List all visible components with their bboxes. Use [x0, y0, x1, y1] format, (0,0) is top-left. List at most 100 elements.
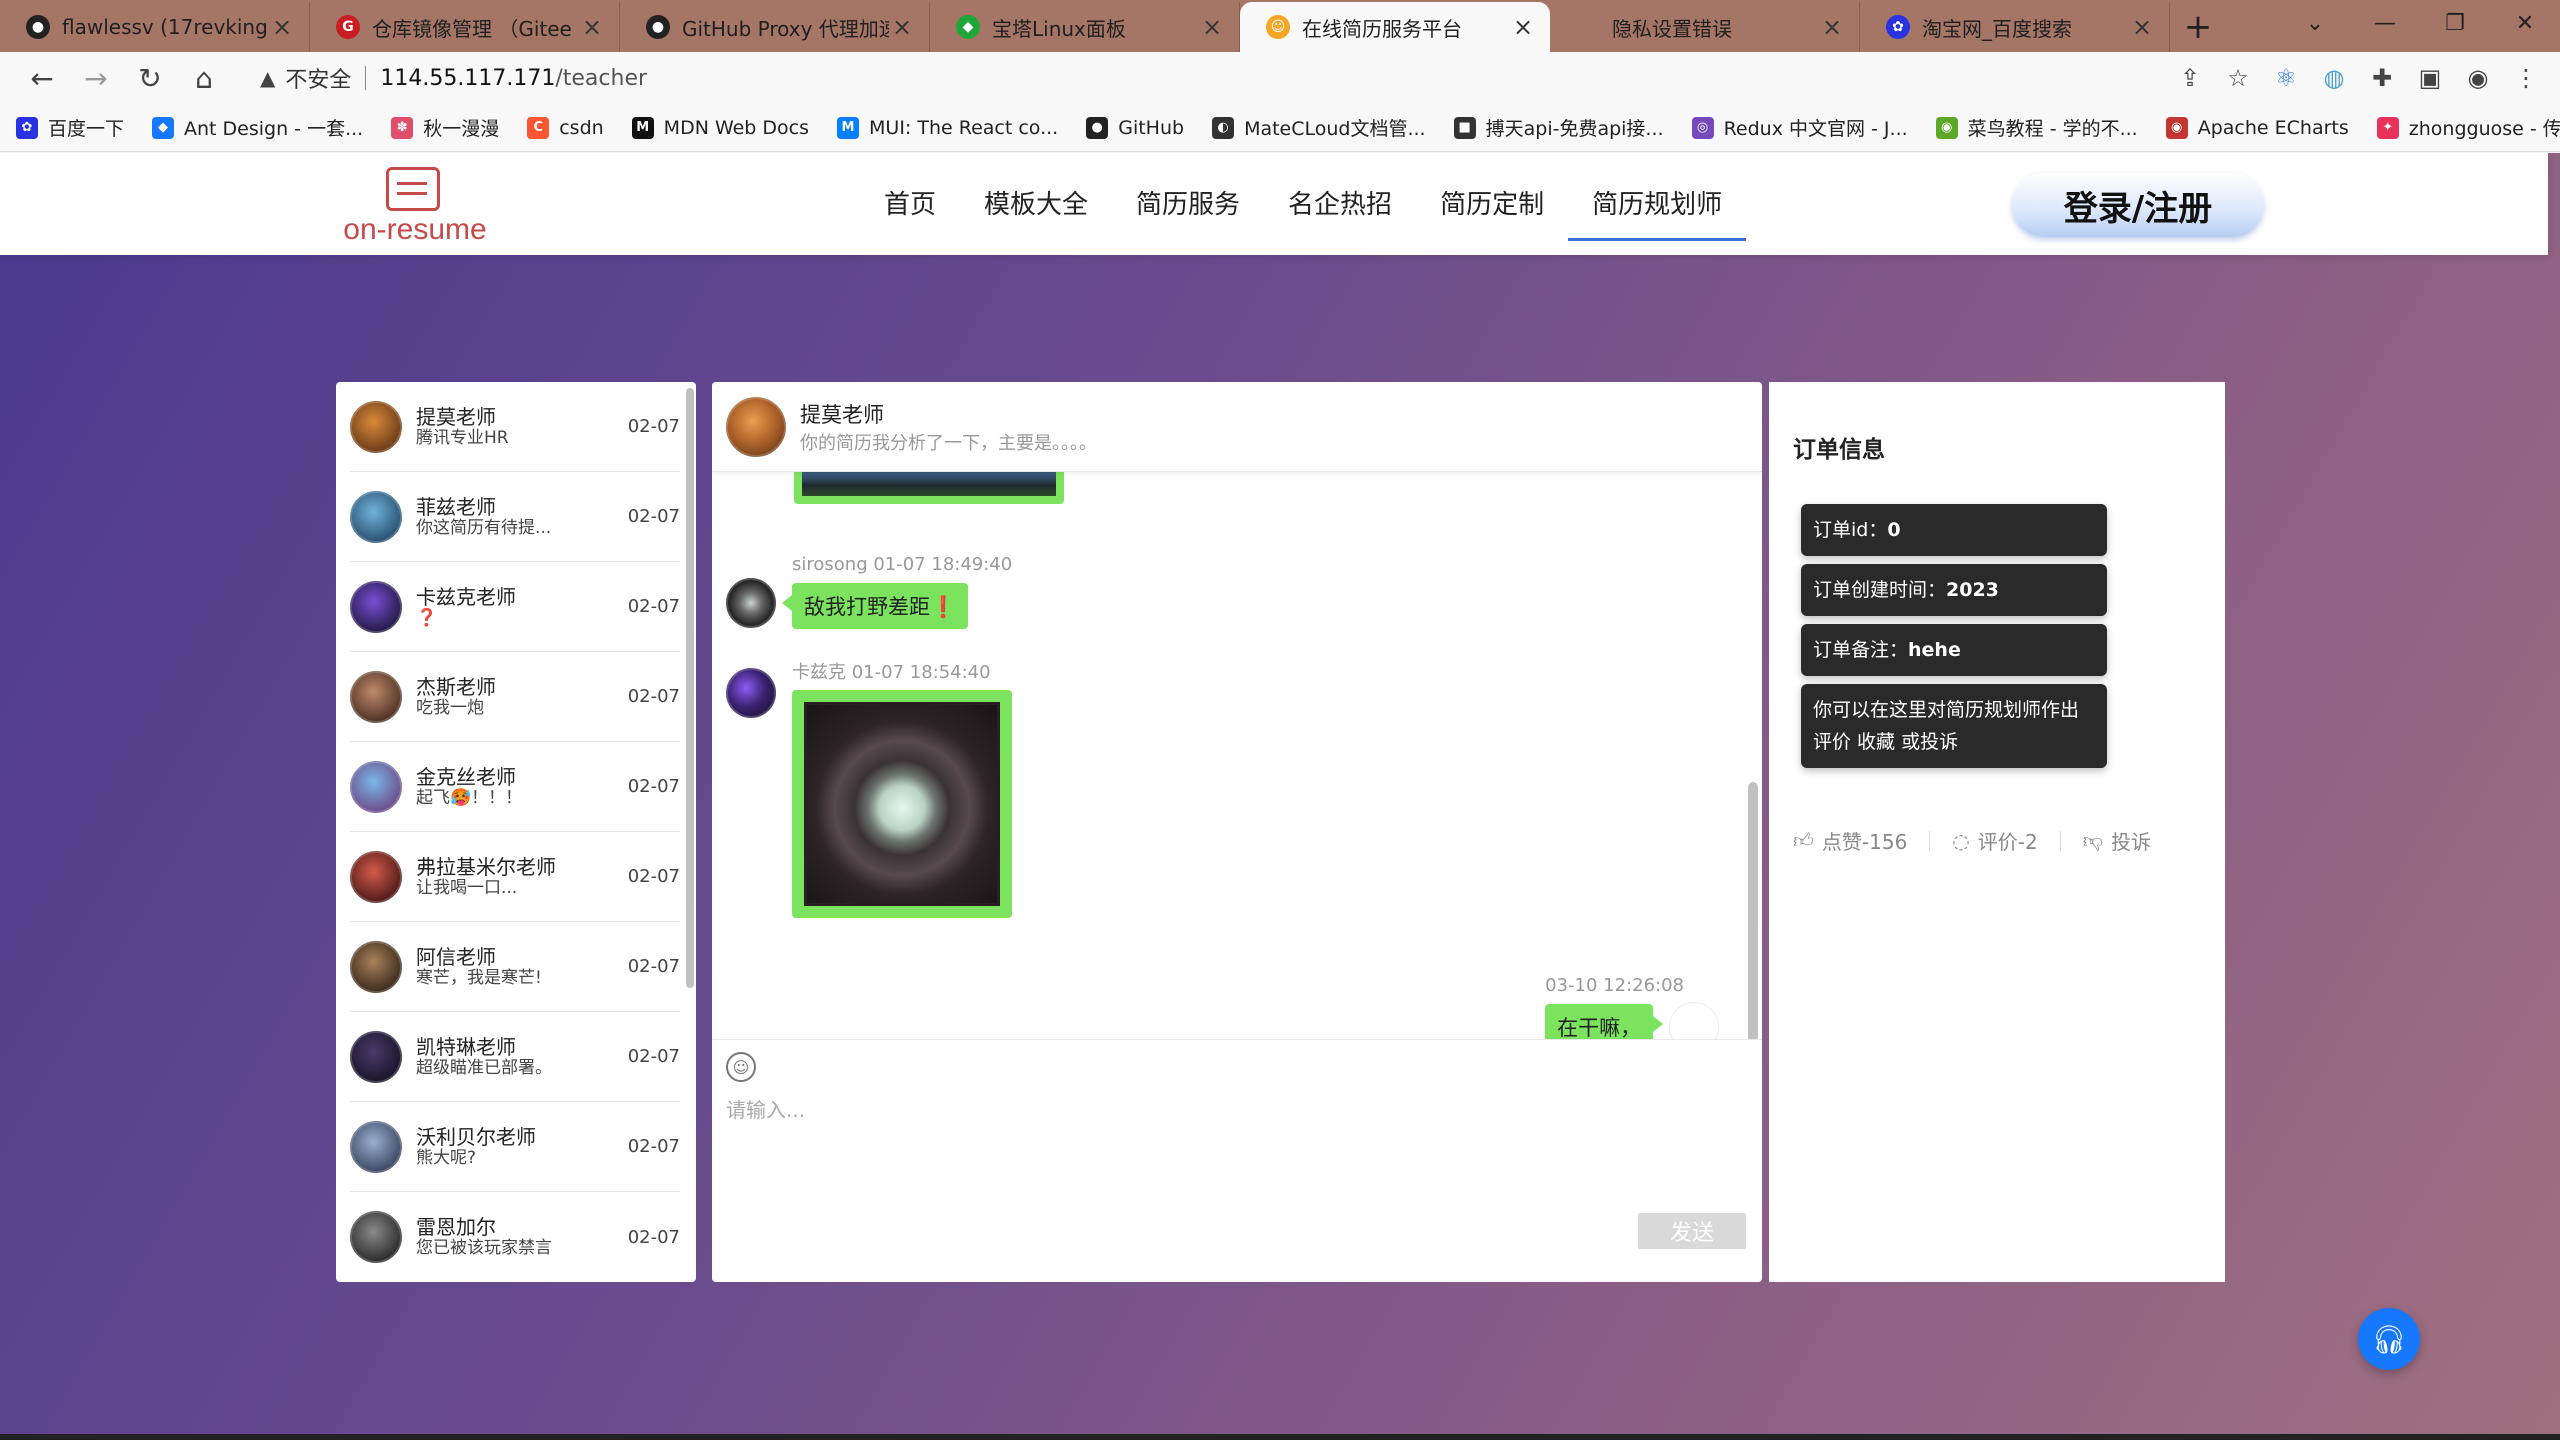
message-input[interactable] [726, 1094, 1726, 1214]
browser-tab[interactable]: G 仓库镜像管理 （Gitee < × [310, 2, 620, 52]
contact-avatar [350, 1211, 402, 1263]
report-button[interactable]: 👎︎ 投诉 [2083, 826, 2151, 855]
minimize-button[interactable]: — [2350, 0, 2420, 46]
image-message[interactable] [792, 690, 1012, 918]
customer-service-headset-icon[interactable]: 🎧︎ [2358, 1308, 2420, 1370]
contact-scrollbar[interactable] [686, 388, 694, 988]
emoji-icon[interactable]: ☺ [726, 1052, 756, 1082]
extensions-puzzle-icon[interactable]: ✚ [2364, 60, 2400, 96]
back-button[interactable]: ← [18, 54, 66, 102]
bookmark-item[interactable]: Ccsdn [527, 116, 604, 139]
nav-item[interactable]: 简历规划师 [1568, 183, 1747, 241]
contact-name: 杰斯老师 [416, 675, 496, 698]
bookmark-item[interactable]: ■ 搏天api-免费api接... [1453, 114, 1664, 141]
bookmark-item[interactable]: ● GitHub [1086, 116, 1185, 139]
login-register-button[interactable]: 登录/注册 [2012, 173, 2264, 237]
browser-tab[interactable]: ◆ 宝塔Linux面板 × [930, 2, 1240, 52]
bookmark-item[interactable]: ✦ zhongguose - 传... [2376, 114, 2560, 141]
bookmark-item[interactable]: M MUI: The React co... [837, 116, 1058, 139]
close-icon[interactable]: × [1199, 13, 1225, 41]
browser-tab[interactable]: ● flawlessv (17revking) × [0, 2, 310, 52]
contact-name: 提莫老师 [416, 405, 496, 428]
bookmark-item[interactable]: ◉ Apache ECharts [2165, 116, 2349, 139]
browser-tab[interactable]: ☺ 在线简历服务平台 × [1240, 2, 1550, 52]
contact-date: 02-07 [627, 596, 680, 617]
bookmark-item[interactable]: M MDN Web Docs [631, 116, 809, 139]
close-icon[interactable]: × [889, 13, 915, 41]
tab-strip: ● flawlessv (17revking) × G 仓库镜像管理 （Gitee < ×… [0, 0, 2560, 52]
bookmark-item[interactable]: ◎ Redux 中文官网 - J... [1691, 114, 1908, 141]
send-button[interactable]: 发送 [1638, 1213, 1746, 1249]
contact-item[interactable]: 沃利贝尔老师 熊大呢? 02-07 [350, 1102, 680, 1192]
url-separator [365, 66, 367, 90]
nav-item[interactable]: 模板大全 [960, 183, 1112, 241]
contact-last-message: 腾讯专业HR [416, 427, 509, 448]
logo-text: on-resume [343, 213, 487, 246]
bookmark-item[interactable]: ◉ 菜鸟教程 - 学的不... [1935, 114, 2138, 141]
browser-tab[interactable]: 隐私设置错误 × [1550, 2, 1860, 52]
contact-item[interactable]: 阿信老师 寒芒，我是寒芒! 02-07 [350, 922, 680, 1012]
insecure-label: 不安全 [285, 68, 352, 93]
contact-item[interactable]: 凯特琳老师 超级瞄准已部署。 02-07 [350, 1012, 680, 1102]
message-meta: 卡兹克 01-07 18:54:40 [792, 662, 991, 683]
profile-avatar-icon[interactable]: ◉ [2460, 60, 2496, 96]
react-devtools-icon[interactable]: ⚛ [2268, 60, 2304, 96]
browser-tab[interactable]: ✿ 淘宝网_百度搜索 × [1860, 2, 2170, 52]
comment-label: 评价-2 [1977, 830, 2038, 854]
close-icon[interactable]: × [579, 13, 605, 41]
contact-item[interactable]: 金克丝老师 起飞🥵！！！ 02-07 [350, 742, 680, 832]
close-icon[interactable]: × [1819, 13, 1845, 41]
message-incoming-image: 卡兹克 01-07 18:54:40 [726, 658, 1012, 918]
comment-button[interactable]: ◌ 评价-2 [1952, 826, 2037, 855]
contact-last-message: 超级瞄准已部署。 [416, 1057, 552, 1078]
bookmark-item[interactable]: ◆ Ant Design - 一套... [152, 114, 363, 141]
bookmark-star-icon[interactable]: ☆ [2220, 60, 2256, 96]
nav-item[interactable]: 首页 [860, 183, 960, 241]
smile-icon: ☺ [1266, 15, 1290, 39]
close-window-button[interactable]: ✕ [2490, 0, 2560, 46]
side-panel-icon[interactable]: ▣ [2412, 60, 2448, 96]
contact-item[interactable]: 雷恩加尔 您已被该玩家禁言 02-07 [350, 1192, 680, 1282]
bookmark-icon: ✽ [391, 116, 414, 139]
like-button[interactable]: 👍︎ 点赞-156 [1793, 826, 1907, 855]
menu-kebab-icon[interactable]: ⋮ [2508, 60, 2544, 96]
bookmark-label: GitHub [1118, 116, 1185, 139]
nav-item[interactable]: 名企热招 [1264, 183, 1416, 241]
message-scrollbar[interactable] [1748, 782, 1758, 1039]
contact-item[interactable]: 卡兹克老师 ❓ 02-07 [350, 562, 680, 652]
contact-avatar [350, 1120, 402, 1173]
bookmark-icon: ◎ [1691, 116, 1714, 139]
contact-item[interactable]: 提莫老师 腾讯专业HR 02-07 [350, 382, 680, 472]
bookmark-item[interactable]: ✿ 百度一下 [16, 114, 124, 141]
home-button[interactable]: ⌂ [180, 54, 228, 102]
bookmark-icon: ✦ [2376, 116, 2399, 139]
extension-icon[interactable]: ◍ [2316, 60, 2352, 96]
close-icon[interactable]: × [269, 13, 295, 41]
nav-item[interactable]: 简历定制 [1416, 183, 1568, 241]
chat-avatar [726, 396, 786, 457]
close-icon[interactable]: × [2129, 13, 2155, 41]
forward-button[interactable]: → [72, 54, 120, 102]
browser-tab[interactable]: ● GitHub Proxy 代理加速 × [620, 2, 930, 52]
window-controls: ⌄ — ❐ ✕ [2280, 0, 2560, 46]
action-divider [2059, 830, 2061, 851]
bookmark-icon: M [837, 116, 860, 139]
new-tab-button[interactable]: + [2170, 2, 2226, 52]
action-divider [1929, 830, 1931, 851]
reload-button[interactable]: ↻ [126, 54, 174, 102]
share-icon[interactable]: ⇪ [2172, 60, 2208, 96]
contact-item[interactable]: 杰斯老师 吃我一炮 02-07 [350, 652, 680, 742]
bookmark-item[interactable]: ◐ MateCLoud文档管... [1212, 114, 1426, 141]
image-message-partial[interactable] [794, 472, 1064, 504]
site-logo[interactable]: on-resume [330, 165, 500, 246]
contact-item[interactable]: 弗拉基米尔老师 让我喝一口... 02-07 [350, 832, 680, 922]
contact-item[interactable]: 菲兹老师 你这简历有待提... 02-07 [350, 472, 680, 562]
maximize-button[interactable]: ❐ [2420, 0, 2490, 46]
url-input[interactable]: ▲ 不安全 114.55.117.171 /teacher [248, 58, 2248, 98]
close-icon[interactable]: × [1510, 13, 1536, 41]
tab-search-icon[interactable]: ⌄ [2280, 0, 2350, 46]
contact-date: 02-07 [627, 506, 680, 527]
nav-item[interactable]: 简历服务 [1112, 183, 1264, 241]
order-id-value: 0 [1887, 519, 1901, 541]
bookmark-item[interactable]: ✽ 秋一漫漫 [391, 114, 499, 141]
